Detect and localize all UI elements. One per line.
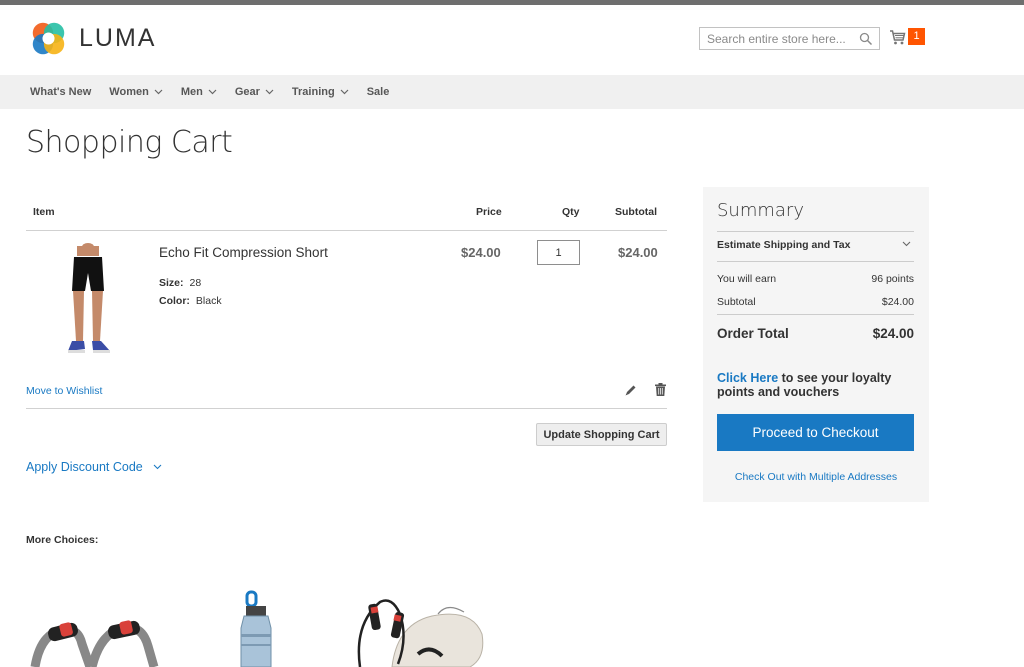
nav-item-label: Sale: [366, 86, 390, 98]
header-subtotal: Subtotal: [615, 206, 657, 218]
option-value: Black: [195, 295, 222, 307]
divider: [717, 314, 914, 315]
header-item: Item: [33, 206, 55, 218]
divider: [717, 231, 914, 232]
cart-summary: Summary Estimate Shipping and Tax You wi…: [703, 187, 929, 502]
chevron-down-icon[interactable]: [902, 241, 911, 247]
chevron-down-icon: [340, 89, 349, 95]
main-navigation: What's New Women Men Gear Training Sale: [0, 75, 1024, 109]
chevron-down-icon: [208, 89, 217, 95]
subtotal-value: $24.00: [881, 296, 914, 308]
store-logo[interactable]: LUMA: [30, 20, 156, 57]
product-thumbnail-water-bottle[interactable]: [235, 590, 277, 667]
update-cart-button[interactable]: Update Shopping Cart: [536, 423, 667, 446]
nav-item-men[interactable]: Men: [181, 86, 217, 98]
summary-title: Summary: [717, 200, 804, 221]
trash-icon[interactable]: [655, 383, 666, 396]
option-color: Color: Black: [159, 295, 222, 307]
nav-item-gear[interactable]: Gear: [235, 86, 274, 98]
nav-item-sale[interactable]: Sale: [367, 86, 390, 98]
reward-points-row: You will earn 96 points: [717, 273, 914, 285]
table-header-row: Item Price Qty Subtotal: [26, 187, 667, 231]
cart-item-row: Echo Fit Compression Short Size: 28 Color…: [26, 231, 667, 409]
divider: [717, 261, 914, 262]
nav-item-women[interactable]: Women: [109, 86, 163, 98]
nav-item-label: Training: [291, 86, 335, 98]
move-to-wishlist-link[interactable]: Move to Wishlist: [26, 385, 102, 397]
nav-item-label: Men: [180, 86, 203, 98]
search-box: [699, 27, 880, 50]
chevron-down-icon: [265, 89, 274, 95]
product-name-link[interactable]: Echo Fit Compression Short: [159, 245, 328, 260]
order-total-value: $24.00: [872, 326, 914, 341]
nav-item-whats-new[interactable]: What's New: [30, 86, 91, 98]
multiple-addresses-link[interactable]: Check Out with Multiple Addresses: [703, 471, 929, 483]
cart-table: Item Price Qty Subtotal Echo Fit Compres…: [26, 187, 667, 409]
chevron-down-icon: [154, 89, 163, 95]
header-qty: Qty: [562, 206, 580, 218]
nav-item-training[interactable]: Training: [292, 86, 349, 98]
earn-value: 96 points: [871, 273, 914, 285]
header: LUMA 1: [0, 5, 1024, 75]
more-choices-title: More Choices:: [26, 534, 99, 546]
page-title: Shopping Cart: [26, 125, 233, 160]
luma-logo-icon: [32, 22, 65, 55]
order-total-label: Order Total: [717, 326, 789, 341]
logo-text: LUMA: [79, 24, 157, 52]
discount-label: Apply Discount Code: [26, 460, 143, 474]
nav-item-label: Women: [109, 86, 149, 98]
order-total-row: Order Total $24.00: [717, 326, 914, 341]
item-subtotal: $24.00: [618, 245, 658, 260]
estimate-shipping-toggle[interactable]: Estimate Shipping and Tax: [717, 239, 850, 251]
subtotal-label: Subtotal: [717, 296, 756, 308]
nav-item-label: What's New: [30, 86, 92, 98]
edit-icon[interactable]: [624, 384, 637, 397]
option-label: Size:: [159, 277, 184, 289]
chevron-down-icon: [153, 464, 162, 470]
cart-icon: [890, 30, 906, 45]
nav-item-label: Gear: [234, 86, 260, 98]
apply-discount-toggle[interactable]: Apply Discount Code: [26, 460, 162, 474]
minicart-button[interactable]: 1: [889, 27, 929, 49]
option-size: Size: 28: [159, 277, 201, 289]
product-image[interactable]: [60, 243, 116, 363]
cart-count-badge: 1: [908, 28, 925, 45]
item-price: $24.00: [461, 245, 501, 260]
proceed-to-checkout-button[interactable]: Proceed to Checkout: [717, 414, 914, 451]
search-input[interactable]: [700, 28, 850, 49]
header-price: Price: [476, 206, 502, 218]
subtotal-row: Subtotal $24.00: [717, 296, 914, 308]
search-icon[interactable]: [859, 32, 873, 46]
product-thumbnail-pushup-grips[interactable]: [30, 608, 160, 667]
qty-input[interactable]: [537, 240, 580, 265]
loyalty-message: Click Here to see your loyalty points an…: [717, 371, 917, 399]
product-thumbnail-jump-rope[interactable]: [352, 594, 486, 667]
earn-label: You will earn: [717, 273, 777, 285]
option-value: 28: [189, 277, 202, 289]
loyalty-click-here-link[interactable]: Click Here: [717, 371, 778, 385]
option-label: Color:: [159, 295, 190, 307]
